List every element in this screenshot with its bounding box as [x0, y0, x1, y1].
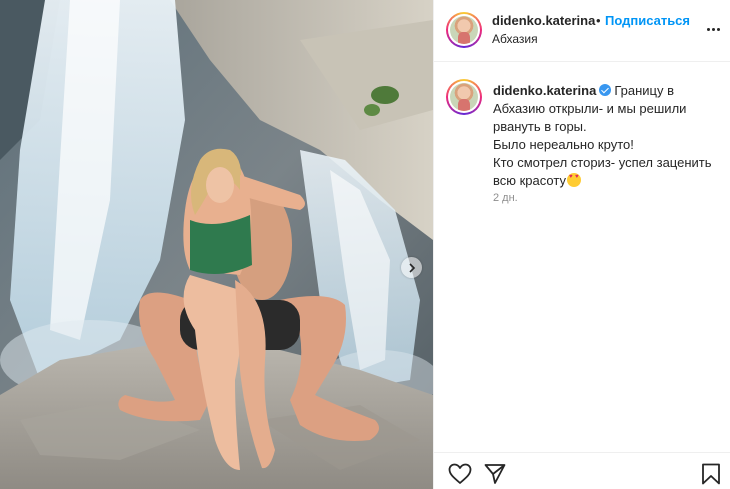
save-button[interactable]: [701, 463, 721, 489]
post-header: didenko.katerina • Подписаться Абхазия: [434, 0, 730, 62]
caption-line-3-text: Кто смотрел сториз- успел заценить всю к…: [493, 155, 712, 188]
heart-eyes-emoji-icon: [566, 173, 581, 187]
post-sidebar: didenko.katerina • Подписаться Абхазия d…: [433, 0, 730, 489]
post-caption: didenko.katerina Границу в Абхазию открыл…: [493, 82, 721, 190]
caption-line-2: Было нереально круто!: [493, 137, 634, 152]
caption-username[interactable]: didenko.katerina: [493, 83, 596, 98]
more-options-icon[interactable]: [705, 20, 721, 38]
like-button[interactable]: [448, 463, 472, 489]
waterfall-photo: [0, 0, 433, 489]
paper-plane-icon: [484, 464, 506, 484]
chevron-right-icon: [408, 262, 415, 273]
caption-avatar[interactable]: [446, 79, 482, 115]
avatar[interactable]: [446, 12, 482, 48]
header-username[interactable]: didenko.katerina: [492, 13, 595, 28]
caption-line-3: Кто смотрел сториз- успел заценить всю к…: [493, 154, 721, 190]
heart-outline-icon: [448, 463, 472, 484]
bookmark-outline-icon: [702, 463, 720, 485]
post-timestamp[interactable]: 2 дн.: [493, 192, 518, 204]
verified-badge-icon: [599, 84, 612, 96]
action-bar: [434, 452, 730, 489]
post-photo[interactable]: [0, 0, 433, 489]
carousel-next-button[interactable]: [401, 257, 422, 278]
location-link[interactable]: Абхазия: [492, 32, 538, 46]
follow-button[interactable]: Подписаться: [605, 13, 690, 28]
separator-dot: •: [596, 13, 601, 28]
share-button[interactable]: [484, 463, 506, 489]
